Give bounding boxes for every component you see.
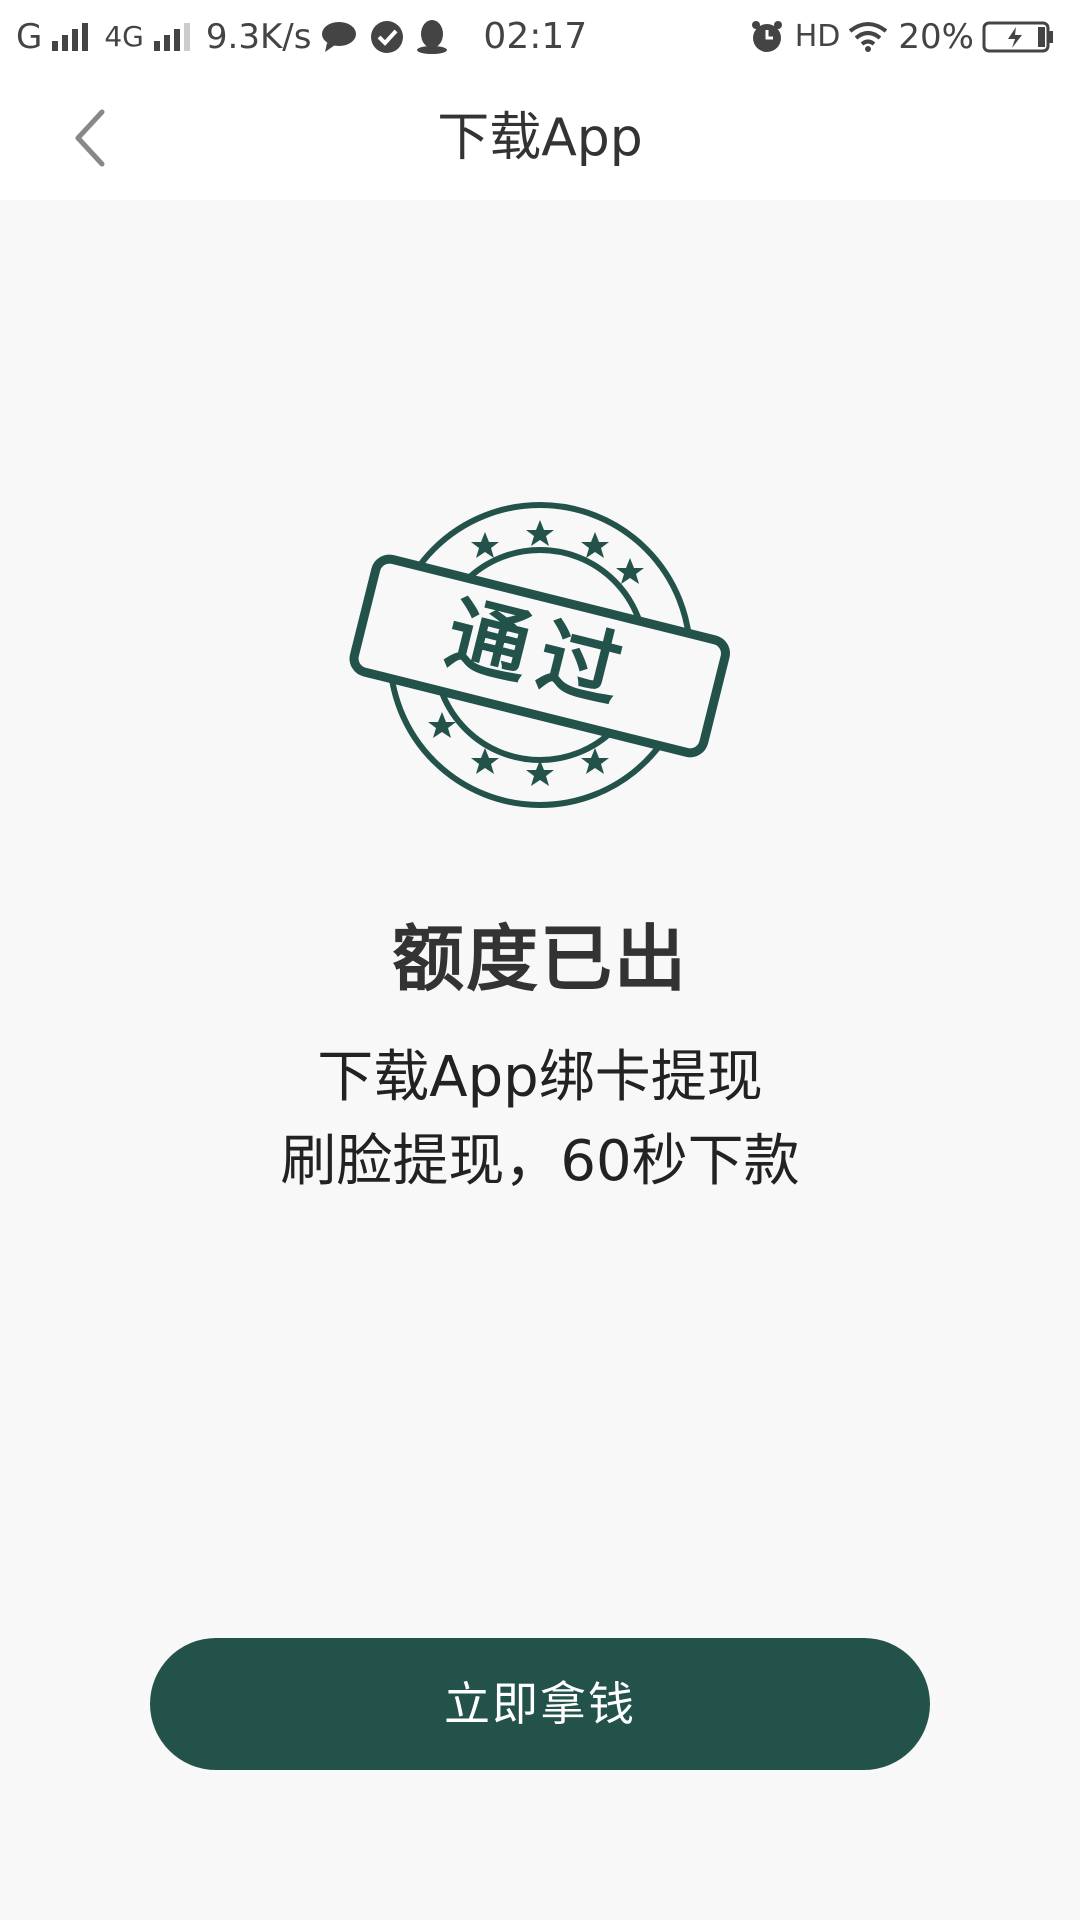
hd-label: HD (794, 19, 841, 54)
app-screen: G 4G 9.3K/s 02:17 HD 20% 下载App 通过 额度已出 下… (0, 0, 1080, 1920)
get-money-button[interactable]: 立即拿钱 (150, 1638, 930, 1770)
chat-icon (319, 19, 359, 55)
description-line-2: 刷脸提现，60秒下款 (280, 1129, 800, 1194)
alarm-icon (749, 19, 785, 55)
carrier-label-2: 4G (104, 20, 144, 53)
signal-icon (152, 21, 196, 53)
carrier-label-1: G (16, 17, 43, 57)
clock: 02:17 (483, 16, 588, 57)
network-speed: 9.3K/s (205, 17, 312, 57)
page-title: 下载App (437, 108, 643, 168)
battery-percent: 20% (898, 17, 974, 57)
signal-icon (50, 21, 94, 53)
back-button[interactable] (52, 100, 128, 176)
battery-icon (982, 20, 1054, 54)
description-line-1: 下载App绑卡提现 (317, 1045, 763, 1110)
nav-bar: 下载App (0, 76, 1080, 200)
approved-stamp: 通过 (330, 490, 750, 820)
wifi-icon (848, 21, 888, 53)
headline: 额度已出 (391, 917, 688, 1001)
qq-penguin-icon (415, 18, 449, 56)
stamp-text: 通过 (437, 586, 642, 724)
status-left: G 4G 9.3K/s 02:17 (16, 12, 595, 62)
check-circle-icon (369, 19, 405, 55)
status-right: HD 20% (749, 12, 1064, 62)
status-bar: G 4G 9.3K/s 02:17 HD 20% (0, 0, 1080, 76)
chevron-left-icon (75, 109, 105, 167)
